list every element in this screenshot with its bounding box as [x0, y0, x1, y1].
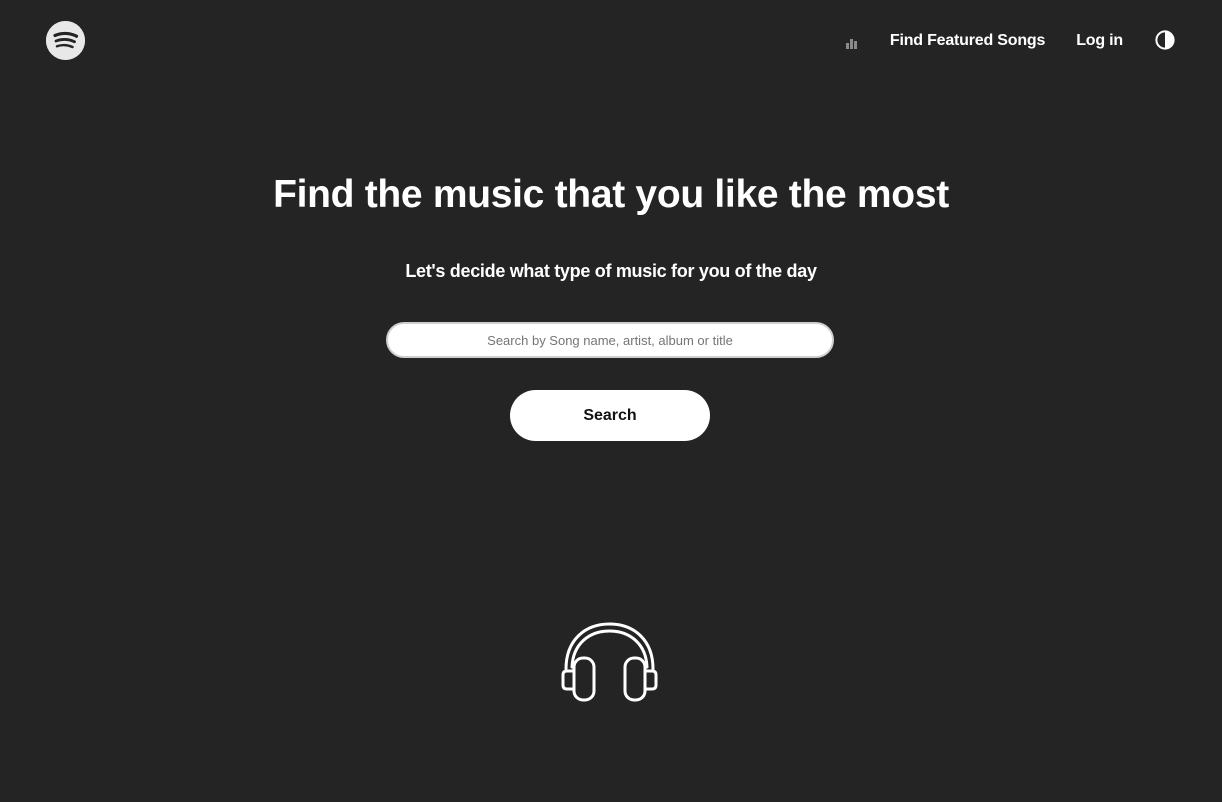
search-button[interactable]: Search: [510, 390, 710, 441]
search-input[interactable]: [386, 322, 834, 358]
contrast-toggle-icon[interactable]: [1155, 30, 1175, 50]
page-title: Find the music that you like the most: [273, 173, 949, 216]
find-featured-songs-link[interactable]: Find Featured Songs: [890, 32, 1046, 50]
bar-chart-icon[interactable]: [845, 35, 860, 49]
page: Find Featured Songs Log in Find the musi…: [0, 0, 1222, 802]
page-subtitle: Let's decide what type of music for you …: [405, 261, 817, 281]
top-nav: Find Featured Songs Log in: [845, 29, 1175, 53]
log-in-link[interactable]: Log in: [1076, 32, 1123, 50]
headphones-icon: [561, 622, 658, 702]
spotify-logo-icon[interactable]: [46, 21, 85, 60]
